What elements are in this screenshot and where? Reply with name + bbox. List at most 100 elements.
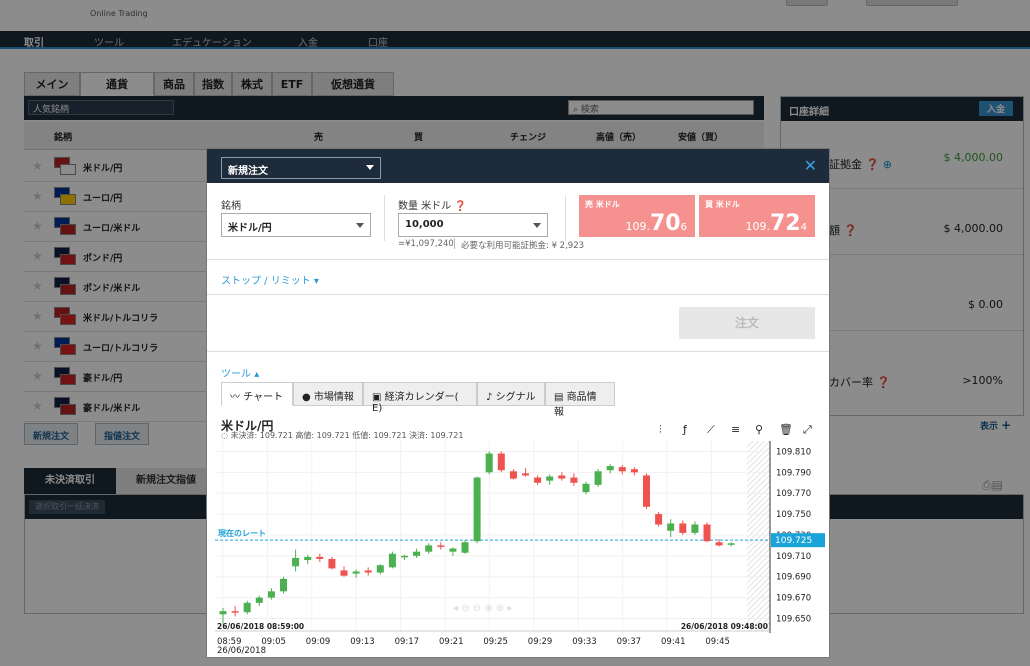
order-button[interactable]: 注文 [679,307,815,339]
candle-body [618,467,626,472]
price-chart[interactable]: 109.810109.790109.770109.750109.730109.7… [215,441,825,655]
x-tick-label: 09:13 [350,637,375,647]
candle-body [352,571,360,574]
candle-body [497,453,505,471]
x-tick-label: 09:45 [705,637,730,647]
candle-body [703,524,711,542]
date-right-label: 26/06/2018 09:48:00 [681,622,768,631]
candle-body [413,551,421,556]
future-area [747,441,770,631]
product-icon: ▤ [554,392,564,403]
help-icon: ❓ [454,201,467,212]
close-icon[interactable]: ✕ [804,156,817,175]
tab-chart[interactable]: 〰 チャート [221,382,293,406]
x-tick-label: 09:21 [439,637,464,647]
stop-limit-toggle[interactable]: ストップ / リミット ▾ [221,272,319,287]
x-tick-label: 09:37 [617,637,642,647]
chart-nav-controls: ◂ ⊖ ⊖ ⊕ ⊕ ▸ [453,603,512,614]
candlestick-icon[interactable]: ⫶ [659,423,662,437]
candle-body [727,543,735,545]
new-order-modal: 新規注文 ✕ 銘柄 米ドル/円 数量 米ドル ❓ 10,000 =¥1,097,… [206,148,830,658]
quantity-label: 数量 米ドル ❓ [398,201,467,212]
candle-body [485,453,493,473]
x-tick-label: 09:17 [395,637,420,647]
fullscreen-icon[interactable]: ⤢ [803,423,812,437]
candle-body [449,548,457,552]
buy-price: 109.724 [745,211,808,236]
tab-market-info[interactable]: ● 市場情報 [293,382,363,406]
candle-body [243,602,251,613]
chevron-down-icon [366,165,374,170]
candle-body [388,553,396,568]
sell-price-button[interactable]: 売 米ドル 109.706 [579,195,695,237]
candle-body [425,545,433,552]
tab-product-info[interactable]: ▤ 商品情報 [545,382,615,418]
indicator-icon[interactable]: ƒ [683,423,687,436]
candle-body [679,523,687,533]
candle-body [715,542,723,546]
tools-toggle[interactable]: ツール ▴ [221,365,259,380]
y-tick-label: 109.790 [776,468,811,478]
buy-label: 買 米ドル [705,200,740,209]
candle-body [630,469,638,473]
candle-body [655,514,663,525]
x-tick-label: 09:09 [306,637,331,647]
candle-body [570,477,578,483]
x-tick-label: 09:41 [661,637,686,647]
sell-label: 売 米ドル [585,200,620,209]
modal-header: 新規注文 ✕ [207,149,829,183]
chart-icon: 〰 [230,392,240,403]
quantity-converted: =¥1,097,240 [398,239,454,249]
candle-body [280,578,287,592]
symbol-label: 銘柄 [221,201,241,212]
current-rate-label: 現在のレート [218,528,266,538]
buy-price-button[interactable]: 買 米ドル 109.724 [699,195,815,237]
trendline-icon[interactable]: ⟋ [707,423,715,437]
candle-body [594,471,602,485]
candle-body [267,591,275,598]
candle-body [582,483,590,493]
signal-icon: ♪ [486,392,493,403]
triangle-down-icon: ▾ [313,276,319,287]
candle-body [473,477,481,542]
candle-body [558,475,566,479]
candle-body [340,570,348,576]
y-tick-label: 109.650 [776,614,811,624]
fibonacci-icon[interactable]: ≡ [731,423,740,436]
candle-body [316,556,324,559]
y-tick-label: 109.750 [776,510,811,520]
candle-body [304,556,312,561]
quantity-select[interactable]: 10,000 [398,213,548,237]
date-left-label: 26/06/2018 08:59:00 [217,622,304,631]
order-type-select[interactable]: 新規注文 [221,157,381,179]
x-tick-label: 09:25 [483,637,508,647]
candle-body [461,542,469,553]
y-tick-label: 109.770 [776,489,811,499]
candle-body [643,475,650,507]
candle-body [509,471,517,479]
candle-body [534,477,542,483]
candle-body [364,570,372,573]
y-tick-label: 109.690 [776,573,811,583]
candle-body [401,555,408,558]
x-date-label: 26/06/2018 [217,646,266,655]
tab-economic-calendar[interactable]: ▣ 経済カレンダー( E) [363,382,477,414]
current-rate-value: 109.725 [775,536,812,546]
tab-signal[interactable]: ♪ シグナル [477,382,545,406]
calendar-icon: ▣ [372,392,382,403]
x-tick-label: 09:29 [528,637,553,647]
magnet-icon[interactable]: ⚲ [755,423,763,436]
candle-body [328,558,336,569]
info-icon: ● [302,392,311,403]
candle-body [691,524,699,533]
chevron-down-icon [533,223,541,228]
candle-body [219,611,227,615]
y-tick-label: 109.710 [776,552,811,562]
symbol-select[interactable]: 米ドル/円 [221,213,371,237]
candle-body [255,597,263,603]
triangle-up-icon: ▴ [254,369,260,380]
trash-icon[interactable]: 🗑 [779,423,793,436]
candle-body [522,473,529,476]
y-tick-label: 109.670 [776,594,811,604]
chevron-down-icon [356,223,364,228]
